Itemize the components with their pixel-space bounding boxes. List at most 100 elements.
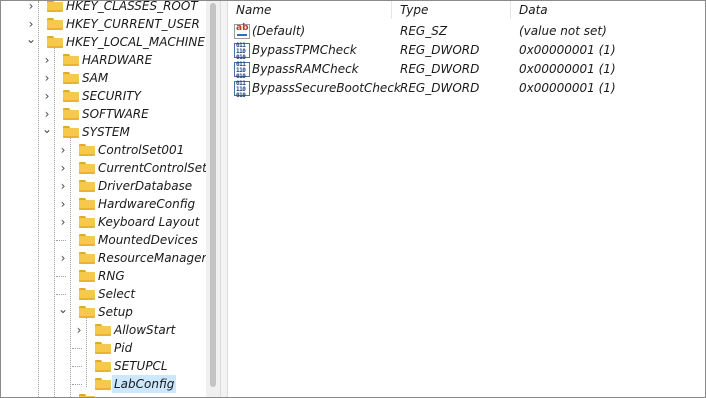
registry-editor-window: › HKEY_CLASSES_ROOT › HKEY_CURRENT_USER ⌄ HKE… xyxy=(0,0,706,398)
value-name: (Default) xyxy=(252,24,306,38)
chevron-down-icon[interactable]: ⌄ xyxy=(56,303,70,321)
chevron-right-icon[interactable]: › xyxy=(40,51,54,69)
chevron-right-icon[interactable]: › xyxy=(56,159,70,177)
folder-icon xyxy=(79,288,95,300)
value-row-bypassramcheck[interactable]: 011 110 010 BypassRAMCheck REG_DWORD 0x000… xyxy=(228,60,705,80)
folder-icon xyxy=(63,108,79,120)
folder-icon xyxy=(63,72,79,84)
tree-guide-line xyxy=(72,348,82,349)
chevron-right-icon[interactable]: › xyxy=(56,213,70,231)
dword-value-icon: 011 110 010 xyxy=(234,81,250,99)
column-header-type[interactable]: Type xyxy=(400,1,428,19)
tree-item-system[interactable]: ⌄ SYSTEM xyxy=(1,123,206,141)
chevron-right-icon[interactable]: › xyxy=(24,1,38,15)
folder-icon xyxy=(79,216,95,228)
tree-item-label: SYSTEM xyxy=(82,125,130,139)
tree-scrollbar-thumb[interactable] xyxy=(210,3,216,387)
value-data: 0x00000001 (1) xyxy=(519,62,616,76)
tree-item-label: AllowStart xyxy=(114,323,176,337)
tree-item-label: CurrentControlSet xyxy=(98,161,206,175)
value-row-default[interactable]: ab (Default) REG_SZ (value not set) xyxy=(228,22,705,41)
tree-item-label: SETUPCL xyxy=(114,359,168,373)
column-header-name[interactable]: Name xyxy=(236,1,271,19)
tree-scrollbar[interactable] xyxy=(206,1,220,397)
tree-item-label: HKEY_CURRENT_USER xyxy=(66,17,200,31)
value-data: 0x00000001 (1) xyxy=(519,81,616,95)
tree-item-hkey-current-user[interactable]: › HKEY_CURRENT_USER xyxy=(1,15,206,33)
folder-icon xyxy=(79,198,95,210)
tree-item-label: Keyboard Layout xyxy=(98,215,200,229)
folder-icon xyxy=(79,180,95,192)
tree-item-label: SOFTWARE xyxy=(82,107,149,121)
chevron-right-icon[interactable]: › xyxy=(40,69,54,87)
tree-item-label: HKEY_LOCAL_MACHINE xyxy=(66,35,205,49)
tree-item-label: RNG xyxy=(98,269,125,283)
folder-icon xyxy=(79,270,95,282)
value-name: BypassRAMCheck xyxy=(252,62,359,76)
tree-item-label: Pid xyxy=(114,341,133,355)
tree-item-hardwareconfig[interactable]: › HardwareConfig xyxy=(1,195,206,213)
tree-item-label: LabConfig xyxy=(112,375,177,393)
dword-value-icon: 011 110 010 xyxy=(234,43,250,61)
chevron-right-icon[interactable]: › xyxy=(72,321,86,339)
string-value-icon: ab xyxy=(234,23,250,39)
tree-item-security[interactable]: › SECURITY xyxy=(1,87,206,105)
tree-item-setupcl[interactable]: SETUPCL xyxy=(1,357,206,375)
folder-icon xyxy=(47,1,63,12)
folder-icon xyxy=(79,162,95,174)
column-header-data[interactable]: Data xyxy=(519,1,548,19)
chevron-down-icon[interactable]: ⌄ xyxy=(40,123,54,141)
tree-item-pid[interactable]: Pid xyxy=(1,339,206,357)
chevron-right-icon[interactable]: › xyxy=(56,141,70,159)
value-data: 0x00000001 (1) xyxy=(519,43,616,57)
tree-item-controlset001[interactable]: › ControlSet001 xyxy=(1,141,206,159)
tree-item-driverdatabase[interactable]: › DriverDatabase xyxy=(1,177,206,195)
value-row-bypasssecurebootcheck[interactable]: 011 110 010 BypassSecureBootCheck REG_DWOR… xyxy=(228,79,705,99)
tree-item-hkey-local-machine[interactable]: ⌄ HKEY_LOCAL_MACHINE xyxy=(1,33,206,51)
tree-item-rng[interactable]: RNG xyxy=(1,267,206,285)
value-row-bypasstpmcheck[interactable]: 011 110 010 BypassTPMCheck REG_DWORD 0x000… xyxy=(228,41,705,61)
tree-item-label: SAM xyxy=(82,71,109,85)
tree-item-setup[interactable]: ⌄ Setup xyxy=(1,303,206,321)
tree-item-currentcontrolset[interactable]: › CurrentControlSet xyxy=(1,159,206,177)
tree-item-allowstart[interactable]: › AllowStart xyxy=(1,321,206,339)
chevron-right-icon[interactable]: › xyxy=(40,87,54,105)
folder-icon xyxy=(63,90,79,102)
folder-icon xyxy=(79,306,95,318)
tree-item-labconfig[interactable]: LabConfig xyxy=(1,375,206,393)
tree-item-label: ControlSet001 xyxy=(98,143,185,157)
registry-tree-pane[interactable]: › HKEY_CLASSES_ROOT › HKEY_CURRENT_USER ⌄ HKE… xyxy=(1,1,206,397)
chevron-right-icon[interactable]: › xyxy=(56,195,70,213)
tree-item-software[interactable]: › SOFTWARE xyxy=(1,105,206,123)
tree-item-label: HARDWARE xyxy=(82,53,153,67)
folder-icon xyxy=(79,234,95,246)
dword-value-icon: 011 110 010 xyxy=(234,62,250,80)
tree-item-sam[interactable]: › SAM xyxy=(1,69,206,87)
values-pane[interactable]: Name Type Data ab (Default) REG_SZ (valu… xyxy=(228,1,705,397)
value-type: REG_DWORD xyxy=(400,43,480,57)
column-separator[interactable] xyxy=(391,1,392,19)
tree-item-label: Select xyxy=(98,287,136,301)
folder-icon xyxy=(95,324,111,336)
tree-item-resourcemanager[interactable]: › ResourceManager xyxy=(1,249,206,267)
tree-item-label: Setup xyxy=(98,305,133,319)
folder-icon xyxy=(95,342,111,354)
tree-item-hardware[interactable]: › HARDWARE xyxy=(1,51,206,69)
value-type: REG_DWORD xyxy=(400,62,480,76)
tree-item-mounteddevices[interactable]: MountedDevices xyxy=(1,231,206,249)
value-type: REG_SZ xyxy=(400,24,448,38)
chevron-right-icon[interactable]: › xyxy=(24,15,38,33)
value-name: BypassSecureBootCheck xyxy=(252,81,401,95)
tree-item-label: HKEY_CLASSES_ROOT xyxy=(66,1,198,13)
tree-item-label: SECURITY xyxy=(82,89,141,103)
tree-item-select[interactable]: Select xyxy=(1,285,206,303)
chevron-right-icon[interactable]: › xyxy=(40,105,54,123)
chevron-down-icon[interactable]: ⌄ xyxy=(24,33,38,51)
chevron-right-icon[interactable]: › xyxy=(56,249,70,267)
tree-item-keyboard-layout[interactable]: › Keyboard Layout xyxy=(1,213,206,231)
column-separator[interactable] xyxy=(510,1,511,19)
pane-splitter[interactable] xyxy=(220,1,228,397)
tree-item-hkey-classes-root[interactable]: › HKEY_CLASSES_ROOT xyxy=(1,1,206,15)
folder-icon xyxy=(95,360,111,372)
chevron-right-icon[interactable]: › xyxy=(56,177,70,195)
